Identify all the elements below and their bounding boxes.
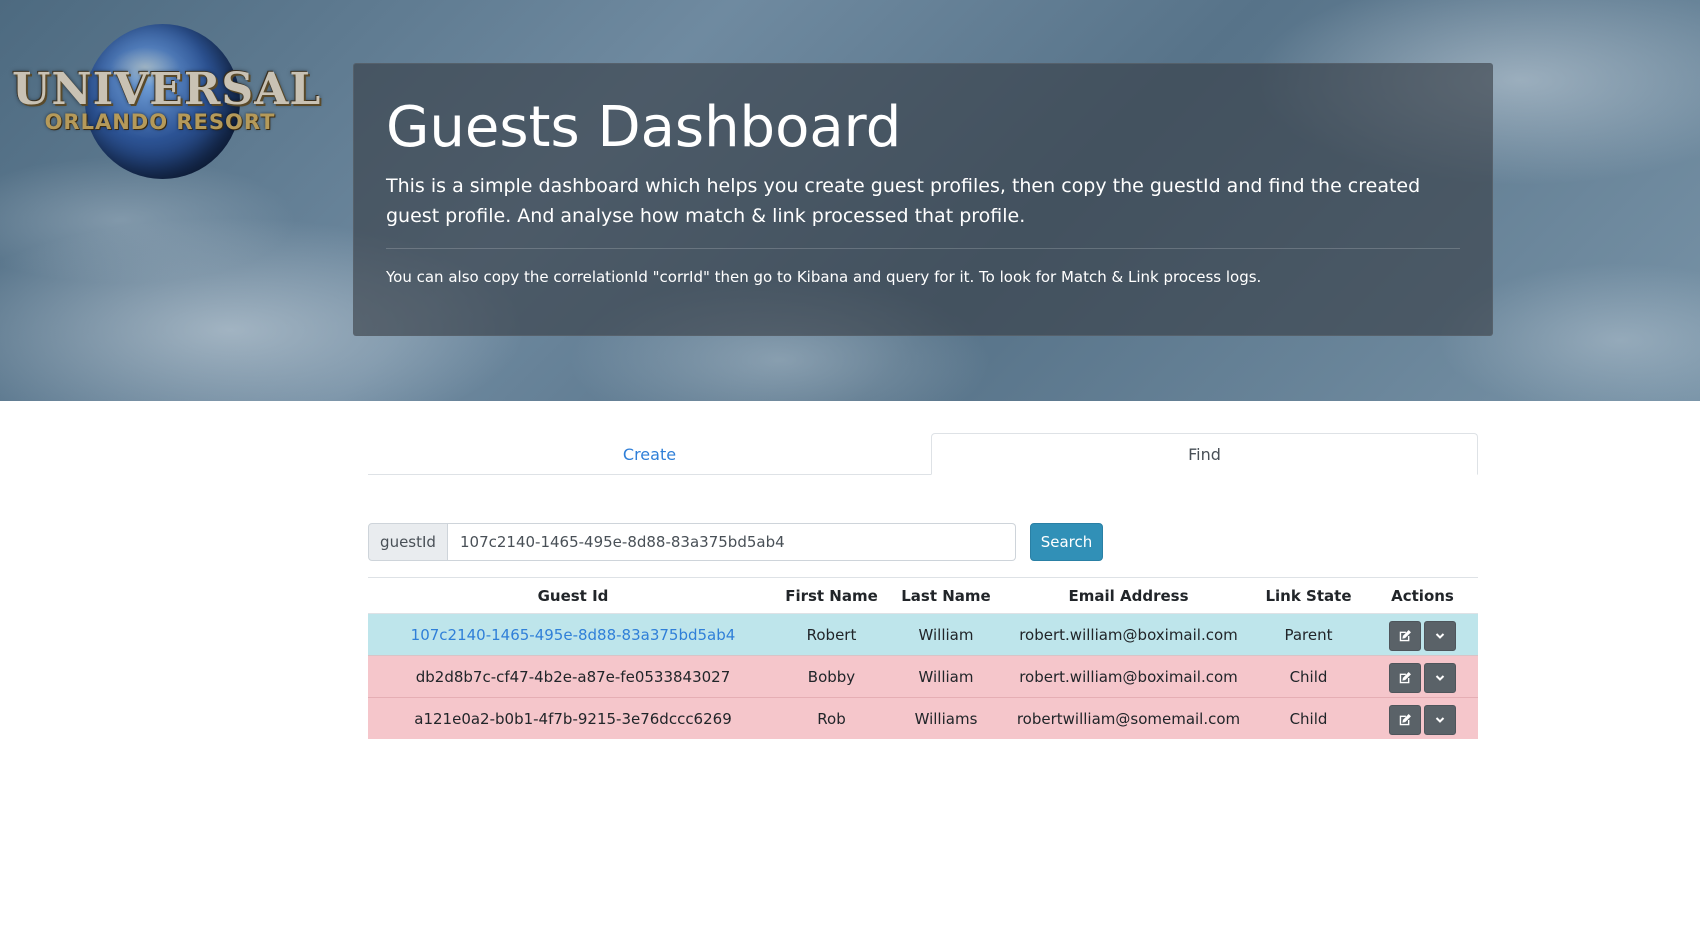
table-row: a121e0a2-b0b1-4f7b-9215-3e76dccc6269 Rob… xyxy=(368,697,1478,739)
guestid-search-input[interactable] xyxy=(448,523,1016,561)
chevron-down-icon xyxy=(1435,675,1445,681)
guest-id-link[interactable]: 107c2140-1465-495e-8d88-83a375bd5ab4 xyxy=(411,626,736,644)
hero-banner: UNIVERSAL ORLANDO RESORT Guests Dashboar… xyxy=(0,0,1700,401)
header-first-name: First Name xyxy=(778,577,885,614)
cell-guest-id: a121e0a2-b0b1-4f7b-9215-3e76dccc6269 xyxy=(368,697,778,739)
kibana-note: You can also copy the correlationId "cor… xyxy=(386,268,1262,286)
edit-icon xyxy=(1399,714,1411,726)
cell-email: robert.william@boximail.com xyxy=(1007,613,1250,656)
guests-table: Guest Id First Name Last Name Email Addr… xyxy=(368,577,1478,739)
header-email: Email Address xyxy=(1007,577,1250,614)
edit-icon xyxy=(1399,630,1411,642)
header-last-name: Last Name xyxy=(885,577,1007,614)
expand-button[interactable] xyxy=(1424,663,1456,693)
tab-find[interactable]: Find xyxy=(931,433,1478,475)
cell-last-name: Williams xyxy=(885,697,1007,739)
cell-email: robert.william@boximail.com xyxy=(1007,655,1250,698)
search-group: guestId xyxy=(368,523,1016,561)
search-button[interactable]: Search xyxy=(1030,523,1103,561)
logo-subtitle: ORLANDO RESORT xyxy=(44,110,276,134)
logo-wordmark: UNIVERSAL xyxy=(12,64,322,115)
edit-button[interactable] xyxy=(1389,621,1421,651)
cell-actions xyxy=(1367,613,1478,656)
universal-orlando-logo: UNIVERSAL ORLANDO RESORT xyxy=(10,22,322,182)
cell-actions xyxy=(1367,655,1478,698)
cell-link-state: Child xyxy=(1250,655,1367,698)
edit-icon xyxy=(1399,672,1411,684)
cell-first-name: Robert xyxy=(778,613,885,656)
cell-link-state: Child xyxy=(1250,697,1367,739)
chevron-down-icon xyxy=(1435,633,1445,639)
header-link-state: Link State xyxy=(1250,577,1367,614)
tab-bar: Create Find xyxy=(368,433,1478,475)
cell-guest-id: 107c2140-1465-495e-8d88-83a375bd5ab4 xyxy=(368,613,778,656)
cell-actions xyxy=(1367,697,1478,739)
cell-first-name: Bobby xyxy=(778,655,885,698)
table-row: 107c2140-1465-495e-8d88-83a375bd5ab4 Rob… xyxy=(368,613,1478,656)
row-actions xyxy=(1367,660,1478,693)
tab-create[interactable]: Create xyxy=(368,433,931,475)
chevron-down-icon xyxy=(1435,717,1445,723)
page-description: This is a simple dashboard which helps y… xyxy=(386,175,1421,227)
jumbotron: Guests Dashboard This is a simple dashbo… xyxy=(353,63,1493,336)
row-actions xyxy=(1367,702,1478,735)
cell-email: robertwilliam@somemail.com xyxy=(1007,697,1250,739)
cell-last-name: William xyxy=(885,655,1007,698)
header-actions: Actions xyxy=(1367,577,1478,614)
divider xyxy=(386,248,1460,249)
cell-last-name: William xyxy=(885,613,1007,656)
expand-button[interactable] xyxy=(1424,705,1456,735)
cell-guest-id: db2d8b7c-cf47-4b2e-a87e-fe0533843027 xyxy=(368,655,778,698)
table-row: db2d8b7c-cf47-4b2e-a87e-fe0533843027 Bob… xyxy=(368,655,1478,698)
edit-button[interactable] xyxy=(1389,663,1421,693)
header-guest-id: Guest Id xyxy=(368,577,778,614)
edit-button[interactable] xyxy=(1389,705,1421,735)
row-actions xyxy=(1367,618,1478,651)
cell-link-state: Parent xyxy=(1250,613,1367,656)
table-header-row: Guest Id First Name Last Name Email Addr… xyxy=(368,577,1478,614)
expand-button[interactable] xyxy=(1424,621,1456,651)
page-title: Guests Dashboard xyxy=(386,95,902,160)
guestid-prefix-label: guestId xyxy=(368,523,448,561)
cell-first-name: Rob xyxy=(778,697,885,739)
